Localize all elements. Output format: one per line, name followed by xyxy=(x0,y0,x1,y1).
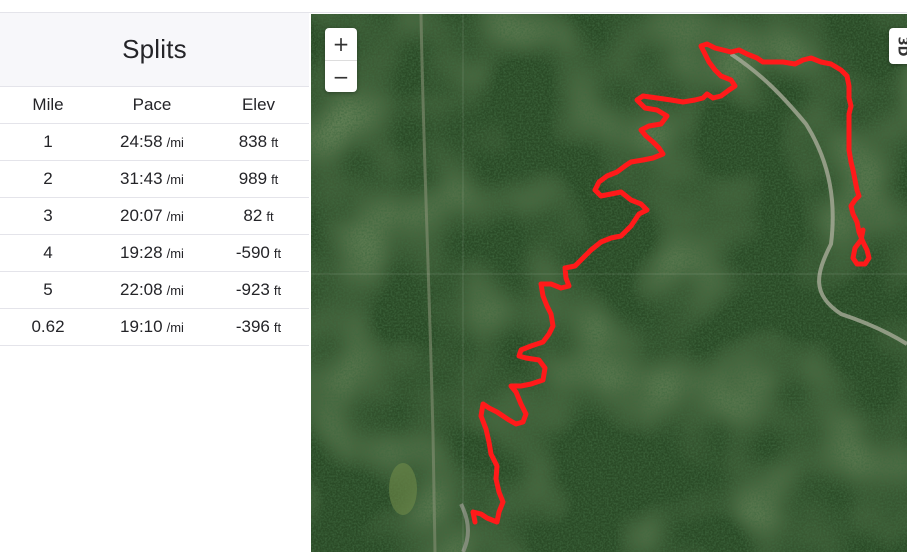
elev-unit: ft xyxy=(273,246,282,261)
elev-cell: -923 ft xyxy=(208,271,309,309)
pace-unit: /mi xyxy=(166,320,184,335)
elev-value: 989 xyxy=(238,169,268,188)
mile-cell: 5 xyxy=(0,271,96,309)
route-map[interactable]: + − 3D xyxy=(311,14,907,552)
splits-header: Splits xyxy=(0,13,309,87)
zoom-control: + − xyxy=(325,28,357,92)
mile-cell: 3 xyxy=(0,197,96,235)
column-header-pace: Pace xyxy=(96,87,208,124)
zoom-out-button[interactable]: − xyxy=(325,60,357,92)
pace-cell: 24:58/mi xyxy=(96,123,208,161)
mile-cell: 0.62 xyxy=(0,308,96,346)
pace-value: 22:08 xyxy=(120,280,163,299)
pace-unit: /mi xyxy=(166,135,184,150)
splits-table: Mile Pace Elev 1 24:58/mi 838 ft 2 31:43/… xyxy=(0,87,309,346)
table-row: 5 22:08/mi -923 ft xyxy=(0,271,309,309)
elev-cell: -396 ft xyxy=(208,308,309,346)
pace-unit: /mi xyxy=(166,246,184,261)
elev-value: -396 xyxy=(235,317,270,336)
elev-cell: 989 ft xyxy=(208,160,309,198)
pace-value: 19:10 xyxy=(120,317,163,336)
pace-cell: 20:07/mi xyxy=(96,197,208,235)
table-row: 3 20:07/mi 82 ft xyxy=(0,197,309,235)
pace-cell: 22:08/mi xyxy=(96,271,208,309)
pace-cell: 19:28/mi xyxy=(96,234,208,272)
elev-cell: -590 ft xyxy=(208,234,309,272)
pace-value: 31:43 xyxy=(120,169,163,188)
elev-cell: 82 ft xyxy=(208,197,309,235)
elev-value: 82 xyxy=(243,206,263,225)
pace-unit: /mi xyxy=(166,283,184,298)
splits-panel: Splits Mile Pace Elev 1 24:58/mi 838 ft 2… xyxy=(0,13,309,552)
elev-unit: ft xyxy=(271,135,279,150)
elev-unit: ft xyxy=(273,283,282,298)
elev-unit: ft xyxy=(266,209,274,224)
pace-value: 24:58 xyxy=(120,132,163,151)
3d-toggle-label: 3D xyxy=(894,36,907,56)
pace-cell: 19:10/mi xyxy=(96,308,208,346)
satellite-imagery xyxy=(311,14,907,552)
pace-cell: 31:43/mi xyxy=(96,160,208,198)
pace-unit: /mi xyxy=(166,209,184,224)
column-header-elev: Elev xyxy=(208,87,309,124)
elev-cell: 838 ft xyxy=(208,123,309,161)
elev-value: -923 xyxy=(235,280,270,299)
table-row: 2 31:43/mi 989 ft xyxy=(0,160,309,198)
elev-value: -590 xyxy=(235,243,270,262)
elev-unit: ft xyxy=(271,172,279,187)
table-row: 4 19:28/mi -590 ft xyxy=(0,234,309,272)
splits-title: Splits xyxy=(122,34,187,64)
pace-value: 19:28 xyxy=(120,243,163,262)
mile-cell: 1 xyxy=(0,123,96,161)
zoom-in-button[interactable]: + xyxy=(325,28,357,60)
mile-cell: 4 xyxy=(0,234,96,272)
table-row: 1 24:58/mi 838 ft xyxy=(0,123,309,161)
clearing xyxy=(389,463,417,515)
mile-cell: 2 xyxy=(0,160,96,198)
elev-value: 838 xyxy=(238,132,268,151)
table-row: 0.62 19:10/mi -396 ft xyxy=(0,308,309,346)
elev-unit: ft xyxy=(273,320,282,335)
pace-value: 20:07 xyxy=(120,206,163,225)
3d-toggle-button[interactable]: 3D xyxy=(889,28,907,64)
splits-header-row: Mile Pace Elev xyxy=(0,87,309,124)
column-header-mile: Mile xyxy=(0,87,96,124)
pace-unit: /mi xyxy=(166,172,184,187)
